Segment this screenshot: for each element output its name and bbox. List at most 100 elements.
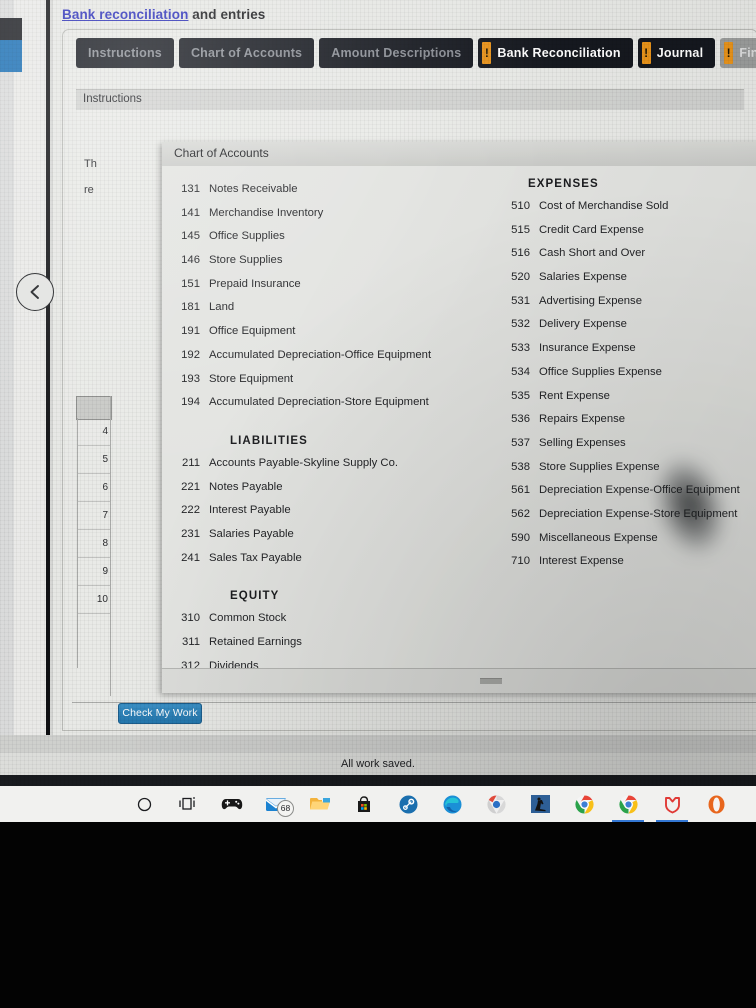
- account-number: 145: [181, 230, 200, 243]
- account-number: 231: [181, 527, 200, 540]
- account-number: 191: [181, 325, 200, 338]
- account-row[interactable]: 590 Miscellaneous Expense: [492, 527, 756, 551]
- opera-icon[interactable]: [694, 786, 738, 822]
- account-row[interactable]: 211 Accounts Payable-Skyline Supply Co.: [162, 452, 492, 476]
- tab-bank-reconciliation[interactable]: ! Bank Reconciliation: [478, 38, 633, 68]
- account-name: Store Equipment: [209, 372, 294, 385]
- file-explorer-icon[interactable]: [298, 786, 342, 822]
- account-row[interactable]: 231 Salaries Payable: [162, 523, 492, 547]
- account-number: 192: [181, 348, 200, 361]
- check-my-work-button[interactable]: Check My Work: [118, 703, 202, 724]
- account-name: Sales Tax Payable: [209, 551, 302, 564]
- account-name: Prepaid Insurance: [209, 277, 301, 290]
- account-row[interactable]: 241 Sales Tax Payable: [162, 547, 492, 571]
- account-row[interactable]: 538 Store Supplies Expense: [492, 456, 756, 480]
- accounts-left-column: 131 Notes Receivable 141 Merchandise Inven…: [162, 166, 492, 669]
- account-row[interactable]: 516 Cash Short and Over: [492, 242, 756, 266]
- account-row[interactable]: 151 Prepaid Insurance: [162, 273, 492, 297]
- account-row[interactable]: 311 Retained Earnings: [162, 631, 492, 655]
- account-number: 536: [511, 413, 530, 426]
- account-row[interactable]: 535 Rent Expense: [492, 385, 756, 409]
- tab-instructions[interactable]: Instructions: [76, 38, 174, 68]
- account-row[interactable]: 533 Insurance Expense: [492, 337, 756, 361]
- account-row[interactable]: 193 Store Equipment: [162, 368, 492, 392]
- account-number: 211: [181, 456, 200, 469]
- account-row[interactable]: 536 Repairs Expense: [492, 408, 756, 432]
- dialog-footer: [162, 668, 756, 693]
- steam-icon[interactable]: [386, 786, 430, 822]
- account-name: Accumulated Depreciation-Office Equipmen…: [209, 348, 432, 361]
- red-shield-icon[interactable]: [650, 786, 694, 822]
- account-row[interactable]: 520 Salaries Expense: [492, 266, 756, 290]
- account-number: 131: [181, 183, 200, 195]
- section-heading-liabilities: LIABILITIES: [230, 434, 308, 447]
- account-number: 561: [511, 484, 530, 497]
- account-number: 181: [181, 301, 200, 314]
- account-row[interactable]: 710 Interest Expense: [492, 550, 756, 574]
- account-name: Accumulated Depreciation-Store Equipment: [209, 396, 429, 409]
- account-name: Interest Payable: [209, 504, 291, 517]
- account-name: Interest Expense: [539, 555, 624, 568]
- tab-final-question[interactable]: ! Final Question: [720, 38, 756, 68]
- account-number: 515: [511, 223, 530, 236]
- account-number: 590: [511, 531, 530, 544]
- account-number: 516: [511, 247, 530, 260]
- xbox-gamepad-icon[interactable]: [210, 786, 254, 822]
- account-number: 520: [511, 271, 530, 284]
- account-row[interactable]: 534 Office Supplies Expense: [492, 361, 756, 385]
- account-name: Salaries Expense: [539, 271, 627, 284]
- account-row[interactable]: 537 Selling Expenses: [492, 432, 756, 456]
- dialog-body: 131 Notes Receivable 141 Merchandise Inven…: [162, 166, 756, 669]
- account-row[interactable]: 194 Accumulated Depreciation-Store Equipm…: [162, 391, 492, 415]
- account-row[interactable]: 510 Cost of Merchandise Sold: [492, 195, 756, 219]
- chevron-left-icon: [28, 284, 42, 300]
- microsoft-store-icon[interactable]: [342, 786, 386, 822]
- account-number: 194: [181, 396, 200, 409]
- account-row[interactable]: 181 Land: [162, 296, 492, 320]
- account-name: Accounts Payable-Skyline Supply Co.: [209, 456, 399, 469]
- account-row[interactable]: 531 Advertising Expense: [492, 290, 756, 314]
- account-row[interactable]: 191 Office Equipment: [162, 320, 492, 344]
- tab-chart-of-accounts[interactable]: Chart of Accounts: [178, 38, 315, 68]
- app-blue-figure-icon[interactable]: [518, 786, 562, 822]
- account-number: 510: [511, 200, 530, 212]
- account-row[interactable]: 515 Credit Card Expense: [492, 219, 756, 243]
- account-number: 534: [511, 365, 530, 378]
- account-name: Store Supplies Expense: [539, 460, 660, 473]
- account-name: Delivery Expense: [539, 318, 627, 331]
- google-chrome-icon[interactable]: [562, 786, 606, 822]
- mail-icon[interactable]: 68: [254, 786, 298, 822]
- account-row[interactable]: 561 Depreciation Expense-Office Equipment: [492, 479, 756, 503]
- tab-amount-descriptions[interactable]: Amount Descriptions: [319, 38, 474, 68]
- worksheet-row-number: 9: [78, 558, 111, 586]
- google-chrome-window-icon[interactable]: [606, 786, 650, 822]
- account-row[interactable]: 310 Common Stock: [162, 607, 492, 631]
- account-row[interactable]: 141 Merchandise Inventory: [162, 202, 492, 226]
- bottom-spacer: [0, 735, 756, 755]
- instructions-strip[interactable]: Instructions: [76, 89, 744, 112]
- resize-grip[interactable]: [479, 678, 502, 684]
- account-row[interactable]: 192 Accumulated Depreciation-Office Equip…: [162, 344, 492, 368]
- account-row[interactable]: 221 Notes Payable: [162, 476, 492, 500]
- account-name: Office Supplies Expense: [539, 365, 662, 378]
- account-row[interactable]: 532 Delivery Expense: [492, 313, 756, 337]
- account-row[interactable]: 131 Notes Receivable: [162, 178, 492, 202]
- microsoft-edge-icon[interactable]: [430, 786, 474, 822]
- page-title-link[interactable]: Bank reconciliation: [62, 7, 188, 22]
- dialog-title-bar[interactable]: Chart of Accounts: [162, 142, 756, 167]
- search-icon[interactable]: [122, 786, 166, 822]
- chrome-canary-icon[interactable]: [474, 786, 518, 822]
- account-row[interactable]: 312 Dividends: [162, 655, 492, 669]
- account-row[interactable]: 222 Interest Payable: [162, 499, 492, 523]
- account-row[interactable]: 145 Office Supplies: [162, 225, 492, 249]
- section-heading-equity: EQUITY: [230, 590, 280, 603]
- back-button[interactable]: [16, 273, 54, 311]
- screen-area: Bank reconciliation and entries Instruct…: [0, 0, 756, 790]
- worksheet-row-number: 6: [78, 474, 111, 502]
- account-row[interactable]: 562 Depreciation Expense-Store Equipment: [492, 503, 756, 527]
- account-row[interactable]: 146 Store Supplies: [162, 249, 492, 273]
- instructions-strip-label: Instructions: [83, 93, 142, 105]
- account-name: Depreciation Expense-Store Equipment: [539, 507, 738, 520]
- tab-journal[interactable]: ! Journal: [637, 38, 716, 68]
- task-view-icon[interactable]: [166, 786, 210, 822]
